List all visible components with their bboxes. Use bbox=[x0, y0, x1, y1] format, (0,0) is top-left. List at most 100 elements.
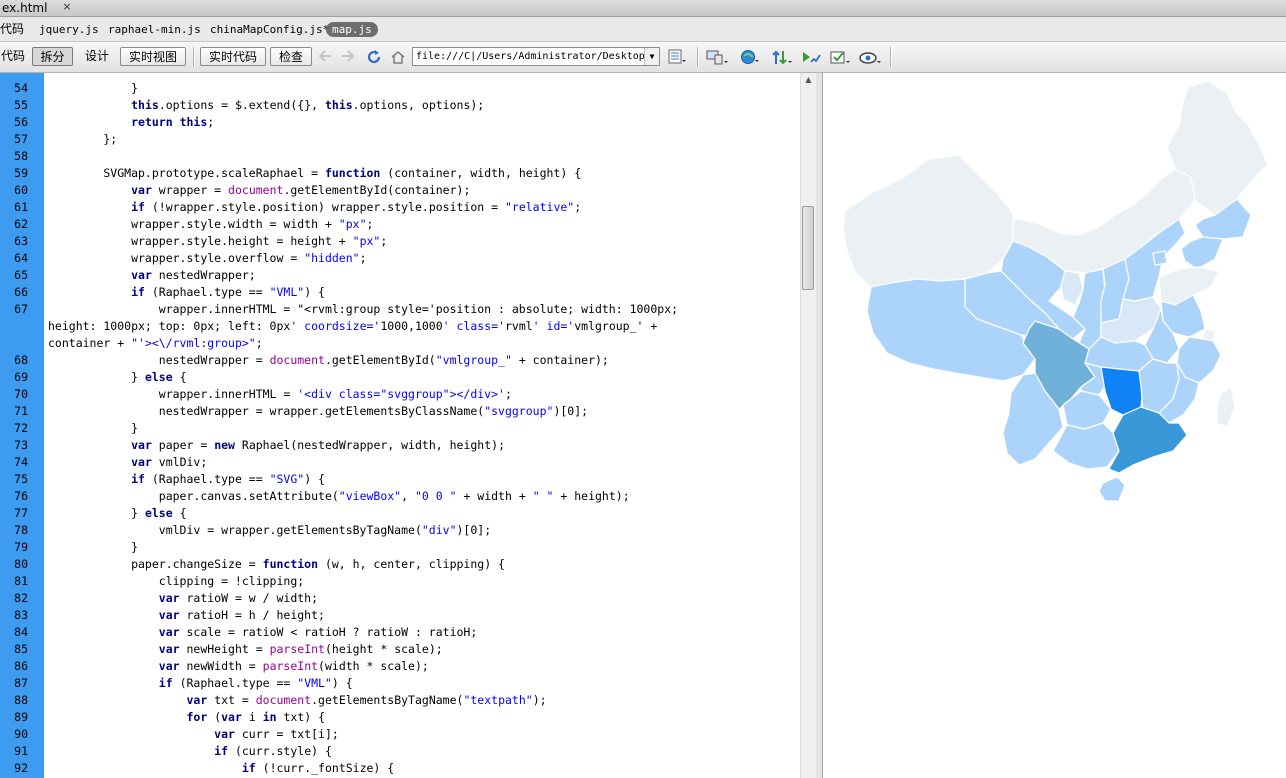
code-text: var newHeight = parseInt(height * scale)… bbox=[158, 642, 443, 656]
code-text: } bbox=[48, 421, 139, 435]
code-line[interactable]: 83 var ratioH = h / height; bbox=[0, 607, 800, 624]
code-line[interactable]: height: 1000px; top: 0px; left: 0px' coo… bbox=[0, 318, 800, 335]
toolbar-separator bbox=[193, 47, 195, 67]
scrollbar-thumb[interactable] bbox=[802, 206, 814, 290]
code-line[interactable]: 86 var newWidth = parseInt(width * scale… bbox=[0, 658, 800, 675]
back-arrow-icon[interactable] bbox=[316, 49, 334, 66]
code-view-button[interactable]: 代码 bbox=[0, 47, 26, 66]
code-line[interactable]: 89 for (var i in txt) { bbox=[0, 709, 800, 726]
source-code-tab[interactable]: 代码 bbox=[0, 22, 24, 37]
line-number: 57 bbox=[14, 132, 28, 146]
code-line[interactable]: 77 } else { bbox=[0, 505, 800, 522]
multiscreen-icon[interactable] bbox=[706, 49, 728, 66]
code-line[interactable]: 92 if (!curr._fontSize) { bbox=[0, 760, 800, 777]
live-view-button[interactable]: 实时视图 bbox=[120, 47, 186, 66]
split-view-divider[interactable] bbox=[816, 73, 823, 778]
file-management-icon[interactable] bbox=[771, 49, 792, 66]
code-line[interactable]: 87 if (Raphael.type == "VML") { bbox=[0, 675, 800, 692]
forward-arrow-icon[interactable] bbox=[339, 49, 357, 66]
close-tab-icon[interactable]: × bbox=[61, 1, 73, 13]
code-line[interactable]: 80 paper.changeSize = function (w, h, ce… bbox=[0, 556, 800, 573]
line-number: 62 bbox=[14, 217, 28, 231]
code-text: var paper = new Raphael(nestedWrapper, w… bbox=[131, 438, 505, 452]
code-line[interactable]: 88 var txt = document.getElementsByTagNa… bbox=[0, 692, 800, 709]
line-number: 76 bbox=[14, 489, 28, 503]
code-line[interactable]: 65 var nestedWrapper; bbox=[0, 267, 800, 284]
line-number: 63 bbox=[14, 234, 28, 248]
code-line[interactable]: 74 var vmlDiv; bbox=[0, 454, 800, 471]
code-line[interactable]: 85 var newHeight = parseInt(height * sca… bbox=[0, 641, 800, 658]
address-field[interactable]: file:///C|/Users/Administrator/Desktop ▼ bbox=[412, 47, 660, 66]
line-number: 55 bbox=[14, 98, 28, 112]
file-tab-jquery[interactable]: jquery.js bbox=[39, 22, 99, 37]
line-number: 69 bbox=[14, 370, 28, 384]
check-page-icon[interactable] bbox=[829, 49, 850, 66]
code-vertical-scrollbar[interactable]: ▲ bbox=[800, 73, 816, 778]
code-line[interactable]: 61 if (!wrapper.style.position) wrapper.… bbox=[0, 199, 800, 216]
code-line[interactable]: 69 } else { bbox=[0, 369, 800, 386]
code-line[interactable]: 82 var ratioW = w / width; bbox=[0, 590, 800, 607]
code-text: var scale = ratioW < ratioH ? ratioW : r… bbox=[158, 625, 478, 639]
design-view-button[interactable]: 设计 bbox=[78, 47, 116, 66]
live-code-button[interactable]: 实时代码 bbox=[200, 47, 266, 66]
code-line[interactable]: 73 var paper = new Raphael(nestedWrapper… bbox=[0, 437, 800, 454]
title-bar: ex.html × bbox=[0, 0, 1286, 17]
code-text: return this; bbox=[131, 115, 215, 129]
code-line[interactable]: 72 } bbox=[0, 420, 800, 437]
code-line[interactable]: 79 } bbox=[0, 539, 800, 556]
code-line[interactable]: 59 SVGMap.prototype.scaleRaphael = funct… bbox=[0, 165, 800, 182]
code-line[interactable]: 63 wrapper.style.height = height + "px"; bbox=[0, 233, 800, 250]
code-text: var ratioW = w / width; bbox=[158, 591, 319, 605]
code-line[interactable]: 81 clipping = !clipping; bbox=[0, 573, 800, 590]
live-design-preview bbox=[823, 73, 1286, 778]
code-line[interactable]: 68 nestedWrapper = document.getElementBy… bbox=[0, 352, 800, 369]
province-beijing bbox=[1152, 250, 1168, 266]
code-line[interactable]: 55 this.options = $.extend({}, this.opti… bbox=[0, 97, 800, 114]
validate-markup-icon[interactable] bbox=[801, 49, 821, 66]
line-number: 84 bbox=[14, 625, 28, 639]
code-line[interactable]: 66 if (Raphael.type == "VML") { bbox=[0, 284, 800, 301]
code-line[interactable]: 58 bbox=[0, 148, 800, 165]
code-editor[interactable]: 54 } 55 this.options = $.extend({}, this.… bbox=[0, 73, 816, 778]
line-number: 66 bbox=[14, 285, 28, 299]
line-number: 83 bbox=[14, 608, 28, 622]
file-tab-map-js[interactable]: map.js bbox=[326, 22, 378, 37]
inspect-button[interactable]: 检查 bbox=[270, 47, 312, 66]
line-number: 61 bbox=[14, 200, 28, 214]
code-text: nestedWrapper = wrapper.getElementsByCla… bbox=[48, 404, 589, 418]
code-line[interactable]: 90 var curr = txt[i]; bbox=[0, 726, 800, 743]
line-number: 85 bbox=[14, 642, 28, 656]
code-line[interactable]: 60 var wrapper = document.getElementById… bbox=[0, 182, 800, 199]
code-text: height: 1000px; top: 0px; left: 0px' coo… bbox=[48, 319, 658, 333]
code-line[interactable]: container + "'><\/rvml:group>"; bbox=[0, 335, 800, 352]
line-number: 56 bbox=[14, 115, 28, 129]
scroll-up-arrow-icon[interactable]: ▲ bbox=[801, 75, 816, 87]
code-line[interactable]: 76 paper.canvas.setAttribute("viewBox", … bbox=[0, 488, 800, 505]
code-line[interactable]: 62 wrapper.style.width = width + "px"; bbox=[0, 216, 800, 233]
file-tab-raphael[interactable]: raphael-min.js bbox=[108, 22, 201, 37]
line-number: 82 bbox=[14, 591, 28, 605]
code-line[interactable]: 70 wrapper.innerHTML = '<div class="svgg… bbox=[0, 386, 800, 403]
code-line[interactable]: 71 nestedWrapper = wrapper.getElementsBy… bbox=[0, 403, 800, 420]
split-view-button[interactable]: 拆分 bbox=[32, 47, 73, 66]
view-options-icon[interactable] bbox=[668, 49, 686, 66]
preview-in-browser-icon[interactable] bbox=[740, 49, 759, 66]
home-icon[interactable] bbox=[389, 49, 407, 66]
code-line[interactable]: 91 if (curr.style) { bbox=[0, 743, 800, 760]
code-line[interactable]: 56 return this; bbox=[0, 114, 800, 131]
code-line[interactable]: 75 if (Raphael.type == "SVG") { bbox=[0, 471, 800, 488]
code-line[interactable]: 67 wrapper.innerHTML = "<rvml:group styl… bbox=[0, 301, 800, 318]
code-text: wrapper.innerHTML = '<div class="svggrou… bbox=[48, 387, 512, 401]
window-title: ex.html bbox=[2, 1, 48, 15]
file-tab-chinamapconfig[interactable]: chinaMapConfig.js* bbox=[210, 22, 329, 37]
china-province-map[interactable] bbox=[823, 73, 1286, 778]
chevron-down-icon[interactable]: ▼ bbox=[644, 48, 659, 65]
refresh-icon[interactable] bbox=[365, 49, 383, 66]
code-text: var wrapper = document.getElementById(co… bbox=[131, 183, 471, 197]
visual-aids-icon[interactable] bbox=[858, 49, 881, 66]
code-line[interactable]: 54 } bbox=[0, 80, 800, 97]
code-line[interactable]: 84 var scale = ratioW < ratioH ? ratioW … bbox=[0, 624, 800, 641]
code-line[interactable]: 78 vmlDiv = wrapper.getElementsByTagName… bbox=[0, 522, 800, 539]
code-line[interactable]: 64 wrapper.style.overflow = "hidden"; bbox=[0, 250, 800, 267]
code-line[interactable]: 57 }; bbox=[0, 131, 800, 148]
